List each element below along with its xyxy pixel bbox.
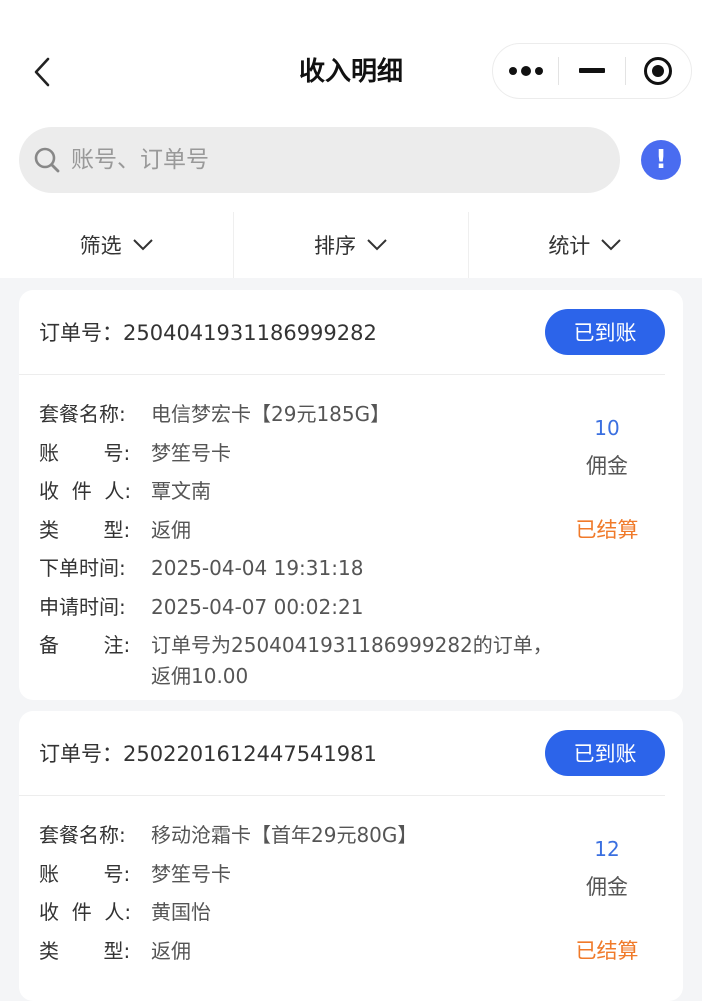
stats-tab[interactable]: 统计 bbox=[469, 212, 702, 278]
field-label: 类 型: bbox=[39, 938, 131, 963]
chevron-down-icon bbox=[132, 239, 153, 251]
account-value: 梦笙号卡 bbox=[151, 440, 231, 465]
field-label: 类 型: bbox=[39, 517, 131, 542]
order-card-header: 订单号：2504041931186999282 已到账 bbox=[19, 290, 665, 375]
minimize-button[interactable] bbox=[559, 44, 624, 98]
more-button[interactable] bbox=[493, 44, 558, 98]
field-label: 收 件 人: bbox=[39, 479, 132, 503]
search-icon bbox=[34, 147, 60, 173]
order-card-header: 订单号：2502201612447541981 已到账 bbox=[19, 711, 665, 796]
field-label: 备 注: bbox=[39, 633, 131, 657]
search-box bbox=[19, 127, 620, 193]
apply-time-value: 2025-04-07 00:02:21 bbox=[151, 594, 364, 619]
commission-label: 佣金 bbox=[586, 454, 628, 478]
field-label: 申请时间: bbox=[39, 594, 126, 619]
field-label: 套餐名称: bbox=[39, 402, 126, 426]
stats-label: 统计 bbox=[548, 234, 591, 258]
order-number: 订单号：2502201612447541981 bbox=[39, 742, 377, 766]
type-value: 返佣 bbox=[151, 517, 191, 542]
chevron-down-icon bbox=[601, 239, 622, 251]
commission-panel: 10 佣金 已结算 bbox=[559, 395, 655, 545]
package-value: 电信梦宏卡【29元185G】 bbox=[151, 402, 391, 426]
close-miniprogram-button[interactable] bbox=[626, 44, 691, 98]
status-badge[interactable]: 已到账 bbox=[545, 309, 665, 355]
commission-amount: 10 bbox=[594, 416, 620, 440]
status-badge[interactable]: 已到账 bbox=[545, 730, 665, 776]
info-row: 下单时间: 2025-04-04 19:31:18 bbox=[39, 549, 663, 588]
order-card-body: 套餐名称: 移动沧霜卡【首年29元80G】 账 号: 梦笙号卡 收 件 人: 黄国怡 … bbox=[19, 796, 683, 986]
field-label: 账 号: bbox=[39, 861, 131, 886]
more-dots-icon bbox=[508, 66, 543, 76]
type-value: 返佣 bbox=[151, 938, 191, 963]
field-label: 收 件 人: bbox=[39, 900, 132, 924]
commission-label: 佣金 bbox=[586, 875, 628, 899]
field-label: 下单时间: bbox=[39, 556, 126, 580]
info-row: 备 注: 订单号为2504041931186999282的订单，返佣10.00 bbox=[39, 630, 663, 692]
order-card[interactable]: 订单号：2502201612447541981 已到账 套餐名称: 移动沧霜卡【首… bbox=[19, 711, 683, 1001]
recipient-value: 覃文南 bbox=[151, 479, 211, 503]
alert-icon: ! bbox=[655, 145, 667, 175]
field-label: 套餐名称: bbox=[39, 823, 126, 847]
package-value: 移动沧霜卡【首年29元80G】 bbox=[151, 823, 418, 847]
info-row: 申请时间: 2025-04-07 00:02:21 bbox=[39, 588, 663, 627]
order-time-value: 2025-04-04 19:31:18 bbox=[151, 556, 364, 580]
search-input[interactable] bbox=[69, 146, 593, 174]
mini-program-capsule bbox=[492, 43, 692, 99]
commission-panel: 12 佣金 已结算 bbox=[559, 816, 655, 966]
recipient-value: 黄国怡 bbox=[151, 900, 211, 924]
target-icon bbox=[644, 57, 673, 85]
settle-status: 已结算 bbox=[575, 939, 639, 963]
remark-value: 订单号为2504041931186999282的订单，返佣10.00 bbox=[151, 633, 553, 688]
alert-button[interactable]: ! bbox=[641, 140, 681, 180]
order-card-body: 套餐名称: 电信梦宏卡【29元185G】 账 号: 梦笙号卡 收 件 人: 覃文南 类… bbox=[19, 375, 683, 708]
top-bar: 收入明细 ! bbox=[0, 0, 702, 212]
commission-amount: 12 bbox=[594, 837, 620, 861]
settle-status: 已结算 bbox=[575, 518, 639, 542]
field-label: 账 号: bbox=[39, 440, 131, 465]
order-number: 订单号：2504041931186999282 bbox=[39, 321, 377, 345]
filter-bar: 筛选 排序 统计 bbox=[0, 212, 702, 278]
sort-label: 排序 bbox=[313, 234, 356, 258]
chevron-down-icon bbox=[367, 239, 387, 251]
filter-tab[interactable]: 筛选 bbox=[0, 212, 233, 278]
sort-tab[interactable]: 排序 bbox=[234, 212, 467, 278]
order-card[interactable]: 订单号：2504041931186999282 已到账 套餐名称: 电信梦宏卡【2… bbox=[19, 290, 683, 700]
filter-label: 筛选 bbox=[79, 234, 122, 258]
account-value: 梦笙号卡 bbox=[151, 861, 231, 886]
minimize-icon bbox=[578, 68, 605, 73]
